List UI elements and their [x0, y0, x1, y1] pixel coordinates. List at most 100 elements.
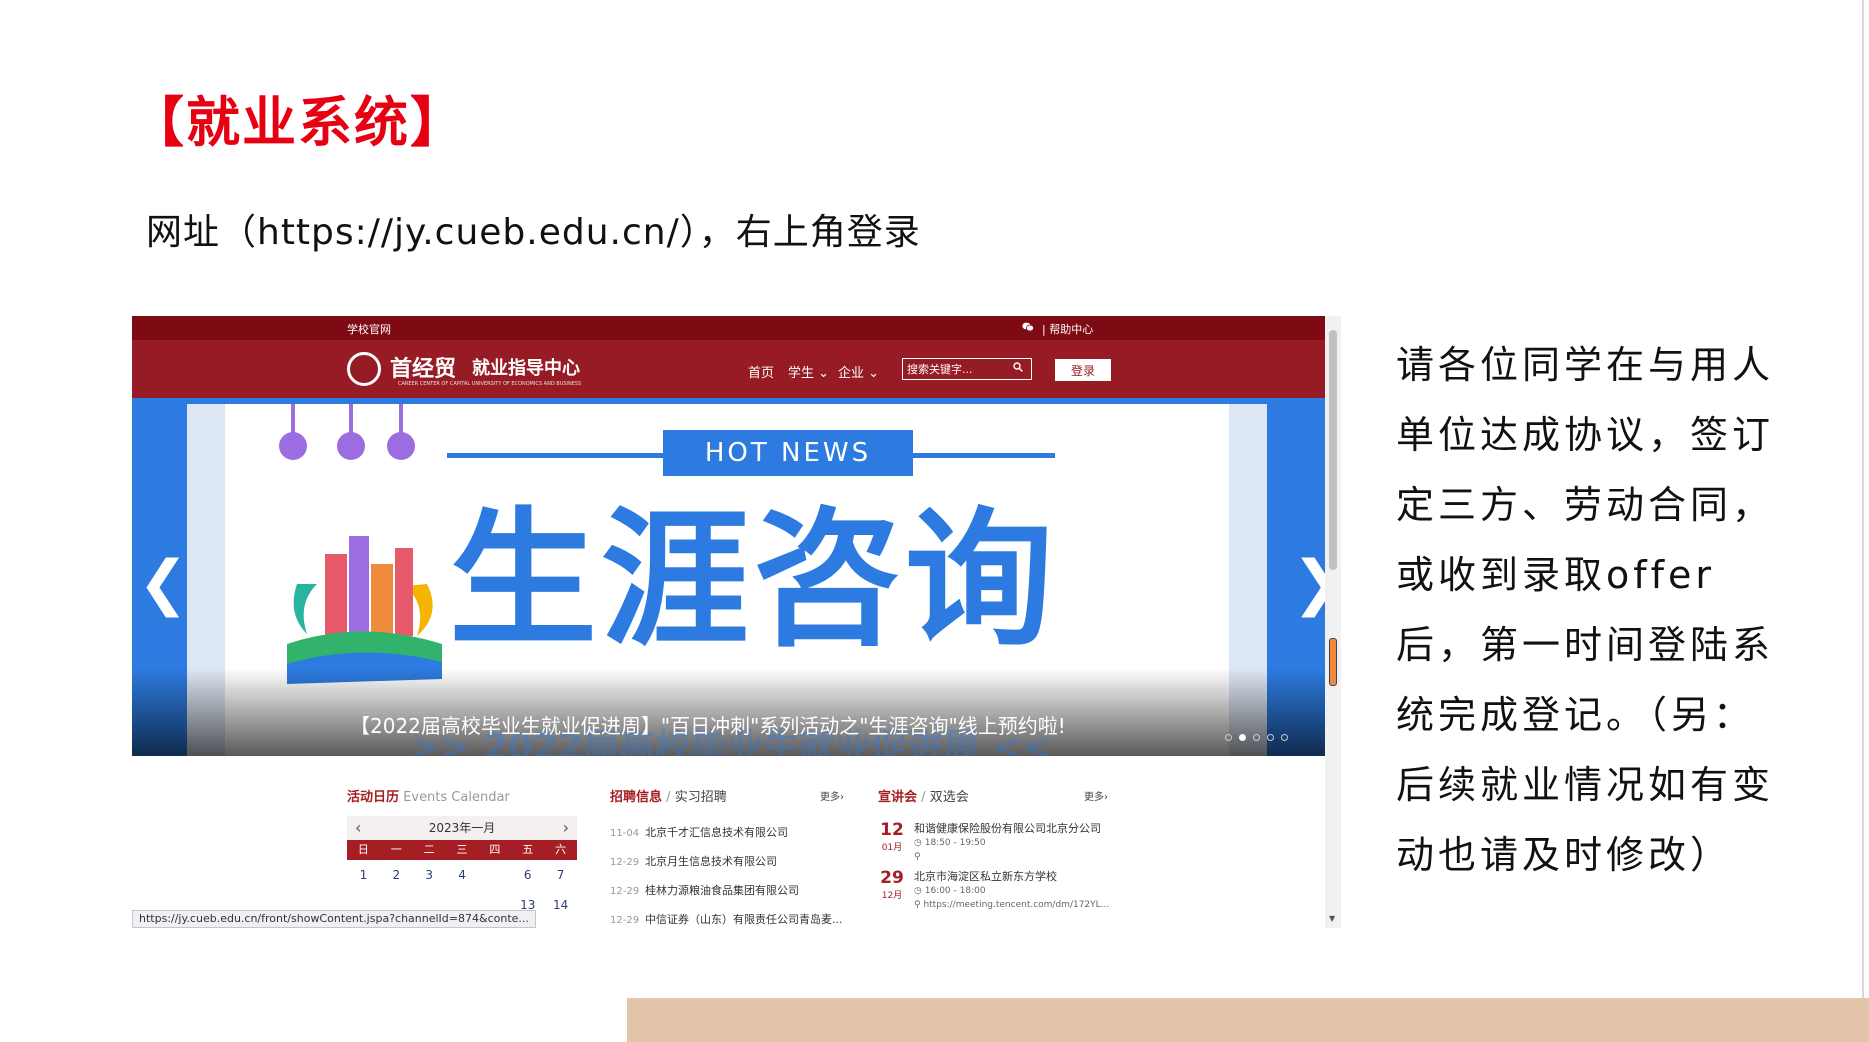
calendar-weekday: 六	[555, 843, 567, 856]
job-item[interactable]: 11-04 北京千才汇信息技术有限公司	[610, 824, 850, 853]
logo-center-name[interactable]: 就业指导中心	[472, 354, 580, 380]
chevron-down-icon: ⌄	[864, 366, 880, 381]
job-company: 北京月生信息技术有限公司	[645, 855, 778, 868]
school-site-link[interactable]: 学校官网	[347, 321, 391, 337]
content-section: 活动日历 Events Calendar ‹ 2023年一月 › 日 一 二 三 四 五 六…	[132, 756, 1325, 928]
job-item[interactable]: 12-29 北京月生信息技术有限公司	[610, 853, 850, 882]
chevron-left-icon[interactable]: ‹	[355, 816, 361, 840]
binder-ring	[387, 432, 415, 460]
wechat-icon[interactable]	[1022, 322, 1034, 332]
hot-news-line	[447, 453, 663, 458]
talk-month: 12月	[881, 891, 903, 901]
calendar-header: 活动日历 Events Calendar	[347, 786, 510, 805]
jobs-sep: /	[666, 790, 671, 805]
talk-company: 北京市海淀区私立新东方学校	[914, 870, 1057, 883]
city-illustration-icon	[287, 536, 442, 684]
logo-subtitle: CAREER CENTER OF CAPITAL UNIVERSITY OF E…	[398, 381, 582, 387]
talk-time: ◷ 18:50 - 19:50	[914, 838, 986, 848]
prev-arrow-icon[interactable]: ❮	[138, 548, 188, 618]
talks-sep: /	[921, 790, 926, 805]
job-company: 桂林力源粮油食品集团有限公司	[645, 884, 800, 897]
nav-student[interactable]: 学生 ⌄	[788, 362, 829, 381]
binder-ring	[337, 432, 365, 460]
nav-home[interactable]: 首页	[748, 362, 774, 381]
calendar-weekday: 一	[390, 843, 402, 856]
calendar-weekday: 三	[456, 843, 468, 856]
scroll-thumb[interactable]	[1329, 330, 1337, 570]
hero-banner[interactable]: HOT NEWS 生涯咨询 >> 2022届高校毕业生就业促进周 << 【202…	[132, 398, 1325, 756]
scroll-down-icon[interactable]: ▼	[1329, 914, 1335, 923]
jobs-tab[interactable]: 招聘信息	[610, 790, 662, 805]
nav-company[interactable]: 企业 ⌄	[838, 362, 879, 381]
job-item[interactable]: 12-29 中信证券（山东）有限责任公司青岛麦...	[610, 911, 850, 928]
calendar-day[interactable]: 4	[446, 860, 479, 890]
hot-news-line	[913, 453, 1055, 458]
hot-news-tag: HOT NEWS	[663, 430, 913, 476]
binder-ring	[279, 432, 307, 460]
calendar-weekday: 四	[489, 843, 501, 856]
job-date: 11-04	[610, 828, 640, 839]
carousel-dot[interactable]	[1267, 734, 1274, 741]
talk-item[interactable]: 29 12月 北京市海淀区私立新东方学校 ◷ 16:00 - 18:00 ⚲ https…	[878, 868, 1118, 914]
calendar-weekdays: 日一二三四五六	[347, 840, 577, 860]
calendar-weekday: 日	[357, 843, 369, 856]
carousel-dot[interactable]	[1253, 734, 1260, 741]
calendar-day[interactable]: 1	[347, 860, 380, 890]
job-item[interactable]: 12-29 桂林力源粮油食品集团有限公司	[610, 882, 850, 911]
carousel-dot[interactable]	[1281, 734, 1288, 741]
calendar-month: 2023年一月	[428, 821, 496, 835]
calendar-day[interactable]: 6	[511, 860, 544, 890]
jobs-header: 招聘信息 / 实习招聘	[610, 786, 727, 805]
page-scrollbar[interactable]: ▼	[1325, 316, 1341, 928]
jobs-more-link[interactable]: 更多›	[820, 788, 844, 803]
talk-item[interactable]: 12 01月 和谐健康保险股份有限公司北京分公司 ◷ 18:50 - 19:50 ⚲	[878, 820, 1118, 866]
calendar-weekday: 五	[522, 843, 534, 856]
calendar-day[interactable]: 5	[478, 860, 511, 890]
carousel-dot[interactable]	[1225, 734, 1232, 741]
talk-company: 和谐健康保险股份有限公司北京分公司	[914, 822, 1101, 835]
talks-header: 宣讲会 / 双选会	[878, 786, 969, 805]
search-icon[interactable]	[1013, 362, 1023, 372]
logo-text[interactable]: 首经贸	[390, 351, 456, 383]
calendar-weekday: 二	[423, 843, 435, 856]
url-instruction: 网址（https://jy.cueb.edu.cn/），右上角登录	[146, 212, 921, 253]
banner-caption[interactable]: 【2022届高校毕业生就业促进周】"百日冲刺"系列活动之"生涯咨询"线上预约啦!	[350, 710, 1066, 739]
job-list: 11-04 北京千才汇信息技术有限公司 12-29 北京月生信息技术有限公司 12-29…	[610, 824, 850, 928]
slide-right-border	[1862, 0, 1864, 998]
calendar-day[interactable]: 2	[380, 860, 413, 890]
instruction-text: 请各位同学在与用人单位达成协议，签订定三方、劳动合同，或收到录取offer后，第…	[1396, 343, 1775, 877]
site-navbar: 首经贸 就业指导中心 CAREER CENTER OF CAPITAL UNIV…	[132, 340, 1325, 398]
talk-place: ⚲ https://meeting.tencent.com/dm/172YL..…	[914, 900, 1110, 910]
calendar-day[interactable]: 14	[544, 890, 577, 920]
job-date: 12-29	[610, 915, 640, 926]
calendar-day[interactable]: 7	[544, 860, 577, 890]
banner-headline: 生涯咨询	[449, 494, 1057, 666]
nav-student-label: 学生	[788, 366, 815, 381]
carousel-dot[interactable]	[1239, 734, 1246, 741]
help-center-link[interactable]: | 帮助中心	[1042, 321, 1093, 337]
talk-day: 12	[880, 820, 904, 840]
calendar-title: 活动日历	[347, 790, 400, 805]
chevron-down-icon: ⌄	[814, 366, 830, 381]
school-logo-icon[interactable]	[347, 352, 381, 386]
slide-footer-bar	[627, 998, 1869, 1042]
chevron-right-icon[interactable]: ›	[563, 816, 569, 840]
calendar-week-row: 1234567	[347, 860, 577, 890]
job-company: 中信证券（山东）有限责任公司青岛麦...	[645, 913, 843, 926]
job-company: 北京千才汇信息技术有限公司	[645, 826, 789, 839]
talk-time: ◷ 16:00 - 18:00	[914, 886, 986, 896]
talks-tab[interactable]: 宣讲会	[878, 790, 917, 805]
talks-more-link[interactable]: 更多›	[1084, 788, 1108, 803]
job-fair-tab[interactable]: 双选会	[930, 790, 969, 805]
nav-company-label: 企业	[838, 366, 865, 381]
next-arrow-icon[interactable]: ❯	[1292, 548, 1325, 618]
job-date: 12-29	[610, 886, 640, 897]
internship-tab[interactable]: 实习招聘	[675, 790, 727, 805]
slide-title: 【就业系统】	[130, 91, 466, 154]
calendar-day[interactable]: 3	[413, 860, 446, 890]
cursor-marker	[1329, 638, 1337, 686]
job-date: 12-29	[610, 857, 640, 868]
browser-status-bar: https://jy.cueb.edu.cn/front/showContent…	[132, 910, 536, 928]
website-screenshot: 学校官网 | 帮助中心 首经贸 就业指导中心 CAREER CENTER OF …	[132, 316, 1341, 928]
login-button[interactable]: 登录	[1055, 359, 1111, 381]
